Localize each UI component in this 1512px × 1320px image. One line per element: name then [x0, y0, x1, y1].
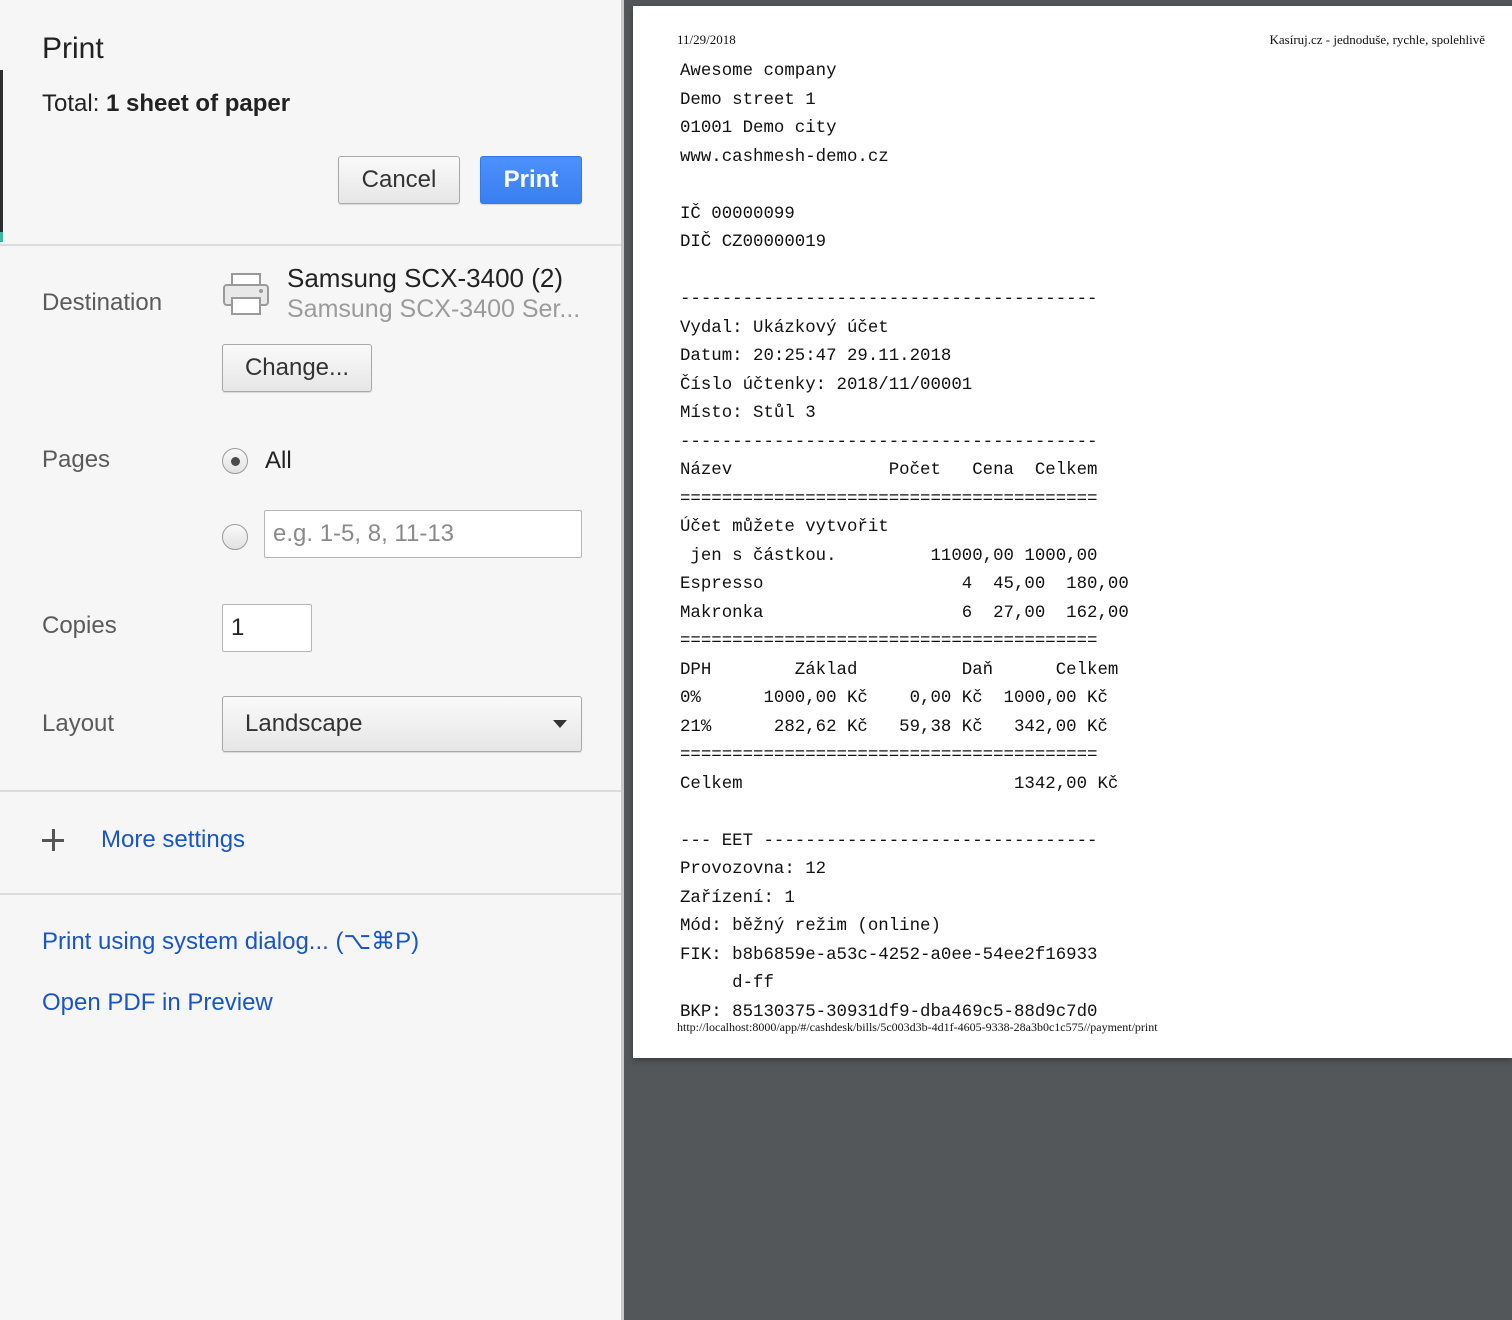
receipt-line: 21% 282,62 Kč 59,38 Kč 342,00 Kč	[680, 717, 1108, 737]
receipt-line: ========================================	[680, 489, 1098, 509]
total-value: 1 sheet of paper	[106, 90, 291, 117]
layout-select[interactable]: Landscape	[222, 696, 582, 752]
printer-icon	[223, 273, 269, 315]
page-header-title: Kasíruj.cz - jednoduše, rychle, spolehli…	[1269, 32, 1485, 47]
receipt-line: Datum: 20:25:47 29.11.2018	[680, 347, 952, 366]
print-preview-page: 11/29/2018 Kasíruj.cz - jednoduše, rychl…	[633, 6, 1512, 1058]
plus-icon	[42, 829, 64, 851]
copies-label: Copies	[42, 612, 117, 639]
receipt-line	[680, 258, 1129, 287]
receipt-line: --- EET --------------------------------	[680, 831, 1098, 851]
receipt-line: ----------------------------------------	[680, 290, 1098, 309]
pages-label: Pages	[42, 446, 111, 473]
change-destination-button[interactable]: Change...	[222, 344, 372, 392]
receipt-body: Awesome company Demo street 1 01001 Demo…	[680, 58, 1129, 1027]
receipt-line: Zařízení: 1	[680, 888, 795, 908]
receipt-line: ----------------------------------------	[680, 432, 1098, 452]
receipt-line: Celkem 1342,00 Kč	[680, 774, 1119, 794]
receipt-line	[680, 799, 1129, 828]
receipt-line: DIČ CZ00000019	[680, 233, 827, 252]
page-footer-url: http://localhost:8000/app/#/cashdesk/bil…	[677, 1020, 1158, 1034]
layout-selected-value: Landscape	[245, 710, 363, 737]
receipt-line: Název Počet Cena Celkem	[680, 461, 1098, 480]
more-settings-toggle[interactable]: More settings	[42, 826, 245, 854]
open-pdf-link[interactable]: Open PDF in Preview	[42, 989, 273, 1017]
receipt-line: www.cashmesh-demo.cz	[680, 147, 889, 167]
receipt-line	[680, 172, 1129, 201]
receipt-line: FIK: b8b6859e-a53c-4252-a0ee-54ee2f16933	[680, 945, 1098, 965]
print-header: Print Total: 1 sheet of paper Cancel Pri…	[0, 0, 621, 246]
receipt-line: Awesome company	[680, 62, 837, 81]
total-prefix: Total:	[42, 90, 107, 117]
cancel-button[interactable]: Cancel	[338, 156, 460, 204]
system-dialog-link[interactable]: Print using system dialog... (⌥⌘P)	[42, 927, 419, 956]
more-settings-label: More settings	[101, 826, 246, 853]
pages-range-radio[interactable]	[222, 524, 248, 550]
receipt-line: Vydal: Ukázkový účet	[680, 318, 889, 338]
receipt-line: Účet můžete vytvořit	[680, 518, 889, 537]
receipt-line: Číslo účtenky: 2018/11/00001	[680, 375, 973, 395]
receipt-line: d-ff	[680, 974, 774, 993]
copies-input[interactable]	[222, 604, 312, 652]
page-header-date: 11/29/2018	[677, 32, 736, 47]
printer-name: Samsung SCX-3400 (2)	[287, 263, 564, 293]
receipt-line: Provozovna: 12	[680, 860, 827, 879]
divider	[0, 893, 621, 895]
receipt-line: 01001 Demo city	[680, 119, 837, 138]
print-settings-panel: Print Total: 1 sheet of paper Cancel Pri…	[0, 0, 624, 1320]
layout-label: Layout	[42, 710, 115, 737]
pages-all-radio[interactable]	[222, 448, 248, 474]
receipt-line: Mód: běžný režim (online)	[680, 917, 941, 936]
receipt-line: Espresso 4 45,00 180,00	[680, 575, 1129, 594]
receipt-line: jen s částkou. 11000,00 1000,00	[680, 546, 1098, 566]
printer-description: Samsung SCX-3400 Ser...	[287, 295, 581, 323]
receipt-line: Demo street 1	[680, 90, 816, 110]
chevron-down-icon	[553, 720, 567, 728]
print-button[interactable]: Print	[480, 156, 582, 204]
receipt-line: 0% 1000,00 Kč 0,00 Kč 1000,00 Kč	[680, 689, 1108, 708]
receipt-line: ========================================	[680, 632, 1098, 651]
destination-label: Destination	[42, 289, 163, 316]
receipt-line: ========================================	[680, 746, 1098, 765]
receipt-line: Místo: Stůl 3	[680, 404, 816, 423]
receipt-line: IČ 00000099	[680, 204, 795, 224]
divider	[0, 790, 621, 792]
dialog-title: Print	[42, 32, 104, 65]
pages-range-input[interactable]	[264, 510, 582, 558]
pages-all-label: All	[265, 447, 292, 474]
total-sheets: Total: 1 sheet of paper	[42, 90, 290, 118]
receipt-line: DPH Základ Daň Celkem	[680, 660, 1119, 680]
receipt-line: Makronka 6 27,00 162,00	[680, 603, 1129, 623]
